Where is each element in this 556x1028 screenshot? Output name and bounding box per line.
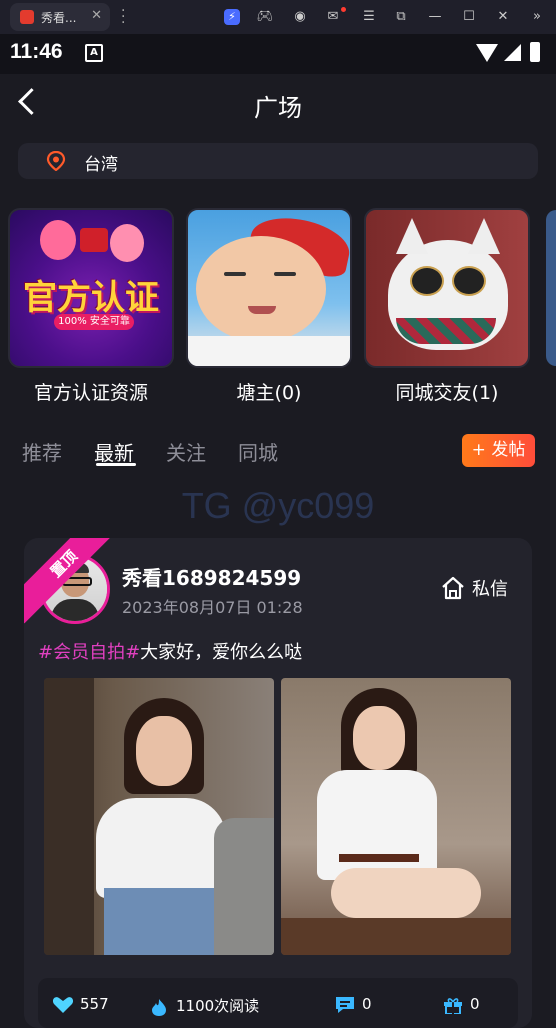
pip-icon[interactable]: ⧉ [390, 6, 412, 28]
official-badge-text: 官方认证 [23, 278, 159, 318]
tab-following[interactable]: 关注 [166, 437, 206, 466]
wifi-icon [476, 44, 498, 62]
battery-icon [530, 42, 540, 62]
watermark: TG @yc099 [181, 485, 375, 526]
app-header: 广场 [0, 74, 556, 134]
comment-icon [336, 996, 354, 1013]
maximize-icon[interactable]: ☐ [458, 6, 480, 28]
category-partial-next[interactable] [546, 210, 556, 366]
official-badge-sub: 100% 安全可靠 [54, 314, 134, 330]
location-pin-icon [46, 151, 66, 171]
expand-icon[interactable]: » [526, 6, 548, 28]
mail-badge-dot [341, 7, 346, 12]
category-pond-owner[interactable]: 塘主(0) [186, 208, 352, 405]
post-hashtag[interactable]: #会员自拍# [38, 642, 140, 663]
category-official-image: 官方认证 100% 安全可靠 [8, 208, 174, 368]
category-local-friends[interactable]: 同城交友(1) [364, 208, 530, 405]
post-photo-1[interactable] [44, 678, 274, 955]
category-pond-owner-label: 塘主(0) [236, 382, 302, 404]
post-date: 2023年08月07日 01:28 [122, 598, 303, 617]
home-icon [442, 576, 464, 600]
close-window-icon[interactable]: ✕ [492, 6, 514, 28]
gift-stat[interactable]: 0 [442, 995, 480, 1014]
status-bar: 11:46 A [0, 34, 556, 74]
location-city: 台湾 [84, 155, 118, 175]
post-photo-2[interactable] [281, 678, 511, 955]
browser-tab[interactable]: 秀看... ✕ [10, 3, 110, 31]
post-content: #会员自拍#大家好，爱你么么哒 [38, 638, 302, 664]
comment-count: 0 [362, 995, 372, 1013]
gift-count: 0 [470, 995, 480, 1013]
tab-latest[interactable]: 最新 [94, 437, 134, 466]
post-username[interactable]: 秀看1689824599 [122, 562, 301, 591]
app-favicon-icon [20, 10, 34, 24]
gamepad-icon[interactable]: 🎮︎ [254, 6, 276, 28]
tab-local[interactable]: 同城 [238, 437, 278, 466]
active-tab-indicator [96, 463, 136, 466]
view-count: 1100次阅读 [176, 997, 260, 1015]
post-text: 大家好，爱你么么哒 [140, 642, 303, 663]
tab-recommend[interactable]: 推荐 [22, 437, 62, 466]
category-official[interactable]: 官方认证 100% 安全可靠 官方认证资源 [8, 208, 174, 405]
post-card[interactable]: 置顶 秀看1689824599 2023年08月07日 01:28 私信 #会员… [24, 538, 532, 1028]
browser-titlebar: 秀看... ✕ · · · ⚡ 🎮︎ ◉ ✉ ☰ ⧉ — ☐ ✕ » [0, 0, 556, 34]
notification-a-icon: A [85, 44, 103, 62]
dm-label: 私信 [472, 579, 508, 600]
gift-icon [444, 997, 462, 1014]
status-time: 11:46 [10, 40, 63, 63]
tab-title: 秀看... [41, 11, 77, 25]
location-selector[interactable]: 台湾 [18, 143, 538, 179]
flame-icon [152, 998, 166, 1016]
tab-close-icon[interactable]: ✕ [91, 8, 102, 23]
bolt-icon[interactable]: ⚡ [224, 9, 240, 25]
signal-icon [504, 44, 521, 61]
like-count: 557 [80, 995, 109, 1013]
like-stat[interactable]: 557 [52, 995, 109, 1014]
menu-icon[interactable]: ☰ [358, 6, 380, 28]
more-menu-icon[interactable]: · · · [121, 4, 125, 30]
category-official-label: 官方认证资源 [33, 382, 148, 404]
comment-stat[interactable]: 0 [334, 995, 372, 1014]
view-stat: 1100次阅读 [148, 995, 259, 1016]
account-icon[interactable]: ◉ [289, 6, 311, 28]
page-title: 广场 [254, 94, 302, 122]
category-local-friends-image [364, 208, 530, 368]
minimize-icon[interactable]: — [424, 6, 446, 28]
category-pond-owner-image [186, 208, 352, 368]
heart-icon [52, 996, 74, 1013]
new-post-button[interactable]: + 发帖 [462, 434, 535, 467]
post-stats-bar: 557 1100次阅读 0 0 [38, 978, 518, 1028]
category-local-friends-label: 同城交友(1) [395, 382, 499, 404]
